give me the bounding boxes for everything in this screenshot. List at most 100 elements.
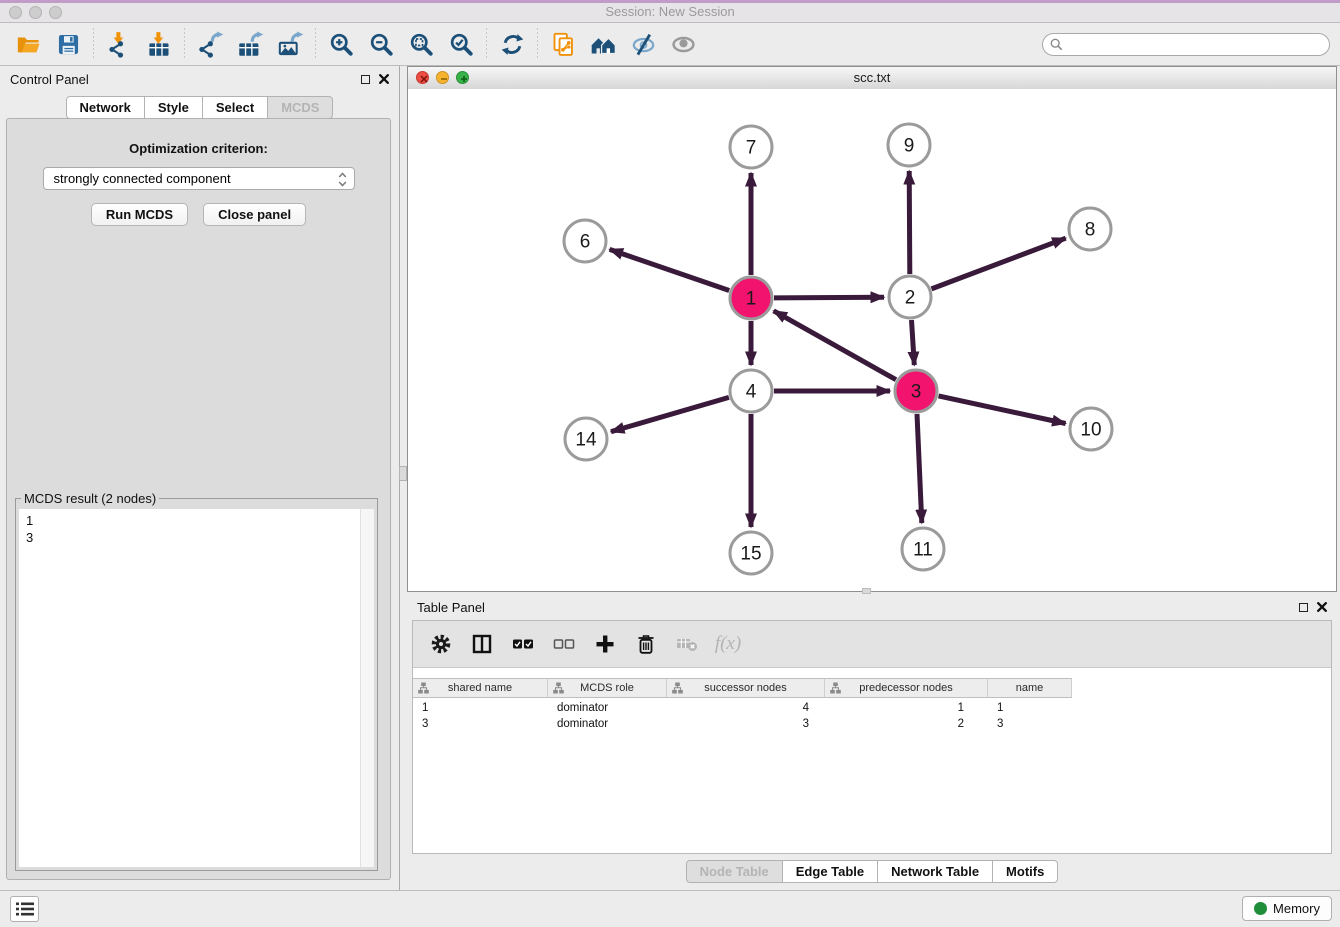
open-session-button[interactable] bbox=[8, 27, 48, 61]
search-input[interactable] bbox=[1042, 33, 1330, 56]
import-network-button[interactable] bbox=[99, 27, 139, 61]
export-image-button[interactable] bbox=[270, 27, 310, 61]
gear-icon bbox=[430, 633, 452, 655]
zoom-selected-button[interactable] bbox=[441, 27, 481, 61]
graph-node-10[interactable]: 10 bbox=[1070, 408, 1112, 450]
graph-node-9[interactable]: 9 bbox=[888, 124, 930, 166]
graph-edge-4-14[interactable] bbox=[611, 397, 729, 431]
svg-text:6: 6 bbox=[580, 232, 591, 253]
graph-node-11[interactable]: 11 bbox=[902, 528, 944, 570]
search-field bbox=[1042, 33, 1330, 56]
close-panel-icon[interactable] bbox=[379, 74, 389, 84]
import-table-button[interactable] bbox=[139, 27, 179, 61]
zoom-out-button[interactable] bbox=[361, 27, 401, 61]
graph-edge-3-11[interactable] bbox=[917, 414, 922, 523]
svg-text:4: 4 bbox=[746, 382, 757, 403]
float-panel-icon[interactable] bbox=[1299, 603, 1308, 612]
graph-node-3[interactable]: 3 bbox=[895, 370, 937, 412]
table-row[interactable]: 1dominator411 bbox=[413, 700, 1331, 716]
network-view-window: scc.txt 1 2 3 4 6 7 8 9 10 11 14 15 bbox=[407, 66, 1337, 592]
unselect-all-columns-button[interactable] bbox=[552, 632, 576, 656]
float-panel-icon[interactable] bbox=[361, 75, 370, 84]
table-row[interactable]: 3dominator323 bbox=[413, 716, 1331, 732]
control-panel-tabs: NetworkStyleSelectMCDS bbox=[0, 96, 399, 119]
graph-node-14[interactable]: 14 bbox=[565, 418, 607, 460]
network-window-titlebar[interactable]: scc.txt bbox=[408, 67, 1336, 90]
zoom-in-button[interactable] bbox=[321, 27, 361, 61]
create-column-button[interactable] bbox=[593, 632, 617, 656]
graph-node-2[interactable]: 2 bbox=[889, 276, 931, 318]
export-image-icon bbox=[277, 31, 304, 58]
delete-column-button[interactable] bbox=[634, 632, 658, 656]
zoom-fit-button[interactable] bbox=[401, 27, 441, 61]
show-all-button[interactable] bbox=[663, 27, 703, 61]
column-type-icon bbox=[553, 682, 564, 694]
column-header-mcds-role[interactable]: MCDS role bbox=[548, 679, 667, 697]
first-neighbors-button[interactable] bbox=[583, 27, 623, 61]
graph-edge-1-2[interactable] bbox=[774, 297, 884, 298]
tab-edge-table[interactable]: Edge Table bbox=[782, 860, 878, 883]
column-header-shared-name[interactable]: shared name bbox=[413, 679, 548, 697]
eye-icon bbox=[670, 31, 697, 58]
graph-node-4[interactable]: 4 bbox=[730, 370, 772, 412]
graph-edge-3-10[interactable] bbox=[939, 396, 1066, 424]
close-panel-button[interactable]: Close panel bbox=[203, 203, 306, 226]
export-network-button[interactable] bbox=[190, 27, 230, 61]
mcds-result-title: MCDS result (2 nodes) bbox=[21, 491, 159, 506]
tab-node-table[interactable]: Node Table bbox=[686, 860, 783, 883]
import-table-icon bbox=[146, 31, 173, 58]
apply-layout-button[interactable] bbox=[492, 27, 532, 61]
run-mcds-button[interactable]: Run MCDS bbox=[91, 203, 188, 226]
copy-network-icon bbox=[550, 31, 577, 58]
network-canvas[interactable]: 1 2 3 4 6 7 8 9 10 11 14 15 bbox=[408, 89, 1336, 591]
floppy-icon bbox=[55, 31, 82, 58]
graph-node-15[interactable]: 15 bbox=[730, 532, 772, 574]
close-panel-icon[interactable] bbox=[1317, 602, 1327, 612]
show-column-button[interactable] bbox=[470, 632, 494, 656]
zoom-selected-icon bbox=[448, 31, 475, 58]
criterion-select[interactable]: strongly connected component bbox=[43, 167, 355, 190]
tab-network-table[interactable]: Network Table bbox=[877, 860, 993, 883]
tab-style[interactable]: Style bbox=[144, 96, 203, 119]
list-icon bbox=[16, 902, 34, 916]
tab-select[interactable]: Select bbox=[202, 96, 268, 119]
graph-node-6[interactable]: 6 bbox=[564, 220, 606, 262]
trash-icon bbox=[635, 633, 657, 655]
svg-text:9: 9 bbox=[904, 136, 915, 157]
result-scrollbar[interactable] bbox=[360, 509, 374, 867]
table-settings-button[interactable] bbox=[429, 632, 453, 656]
graph-edge-1-6[interactable] bbox=[610, 249, 730, 290]
hide-selected-button[interactable] bbox=[623, 27, 663, 61]
graph-edge-2-8[interactable] bbox=[932, 238, 1066, 289]
tab-mcds[interactable]: MCDS bbox=[267, 96, 333, 119]
criterion-selected-value: strongly connected component bbox=[54, 171, 231, 186]
export-table-button[interactable] bbox=[230, 27, 270, 61]
tab-network[interactable]: Network bbox=[66, 96, 145, 119]
mcds-result-group: MCDS result (2 nodes) 1 3 bbox=[15, 491, 378, 871]
control-panel-header: Control Panel bbox=[0, 66, 399, 92]
window-title: Session: New Session bbox=[0, 4, 1340, 19]
column-header-predecessor-nodes[interactable]: predecessor nodes bbox=[825, 679, 988, 697]
table-body: 1dominator4113dominator323 bbox=[413, 700, 1331, 732]
select-all-columns-button[interactable] bbox=[511, 632, 535, 656]
panel-splitter-handle[interactable] bbox=[399, 466, 407, 481]
column-header-successor-nodes[interactable]: successor nodes bbox=[667, 679, 825, 697]
column-header-name[interactable]: name bbox=[988, 679, 1072, 697]
zoom-out-icon bbox=[368, 31, 395, 58]
task-history-button[interactable] bbox=[10, 896, 39, 922]
column-type-icon bbox=[672, 682, 683, 694]
graph-node-8[interactable]: 8 bbox=[1069, 208, 1111, 250]
graph-node-1[interactable]: 1 bbox=[730, 277, 772, 319]
clone-network-button[interactable] bbox=[543, 27, 583, 61]
status-bar: Memory bbox=[0, 890, 1340, 927]
graph-edge-3-1[interactable] bbox=[774, 311, 896, 380]
tab-motifs[interactable]: Motifs bbox=[992, 860, 1058, 883]
memory-button[interactable]: Memory bbox=[1242, 896, 1332, 921]
save-session-button[interactable] bbox=[48, 27, 88, 61]
houses-icon bbox=[590, 31, 617, 58]
column-type-icon bbox=[830, 682, 841, 694]
graph-node-7[interactable]: 7 bbox=[730, 126, 772, 168]
svg-text:11: 11 bbox=[913, 540, 933, 561]
graph-edge-2-9[interactable] bbox=[909, 171, 910, 274]
graph-edge-2-3[interactable] bbox=[912, 320, 915, 365]
